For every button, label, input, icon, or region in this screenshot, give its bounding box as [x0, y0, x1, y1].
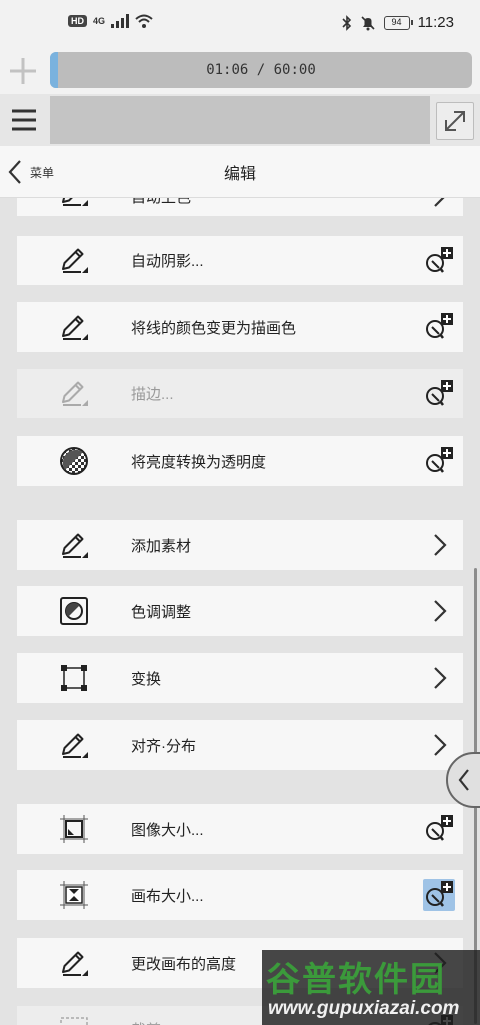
chevron-right-icon: [434, 667, 447, 689]
color-adjust-icon: [60, 597, 88, 625]
watermark-title: 谷普软件园: [266, 960, 446, 1000]
clock: 11:23: [417, 14, 454, 31]
pen-icon: [62, 315, 88, 340]
menu-item-align-distribute[interactable]: 对齐·分布: [17, 720, 463, 770]
menu-item-label: 图像大小...: [131, 822, 204, 839]
menu-item-label: 色调调整: [131, 604, 192, 621]
pen-icon: [62, 248, 88, 273]
add-to-quick-access-icon[interactable]: [423, 445, 455, 477]
toolbar-area: [50, 96, 430, 144]
pen-icon: [62, 198, 88, 206]
menu-item-label: 对齐·分布: [131, 738, 196, 755]
menu-item-label: 自动上色: [131, 198, 191, 207]
luminance-icon: [60, 447, 88, 475]
menu-item-line-color-to-draw-color[interactable]: 将线的颜色变更为描画色: [17, 302, 463, 352]
chevron-right-icon: [434, 198, 445, 207]
menu-item-label: 将亮度转换为透明度: [131, 454, 267, 471]
timer-row: 01:06 / 60:00: [0, 48, 480, 94]
hd-badge: HD: [68, 15, 87, 27]
menu-item-stroke[interactable]: 描边...: [17, 369, 463, 418]
menu-item-luminance-to-transparency[interactable]: 将亮度转换为透明度: [17, 436, 463, 486]
watermark-url: www.gupuxiazai.com: [268, 998, 460, 1019]
status-bar: HD 4G 94 11:23: [0, 0, 480, 48]
status-right: 94 11:23: [341, 14, 454, 31]
signal-icon: [111, 14, 130, 28]
edit-menu-list: 自动上色 自动阴影... 将线的颜色变更为描画色: [0, 198, 480, 1025]
toolbar-row: [0, 94, 480, 146]
menu-item-label: 自动阴影...: [131, 253, 204, 270]
menu-item-label: 变换: [131, 671, 162, 688]
pen-icon: [62, 381, 88, 406]
add-to-quick-access-icon[interactable]: [423, 813, 455, 845]
add-to-quick-access-icon[interactable]: [423, 879, 455, 911]
network-type: 4G: [93, 16, 106, 26]
menu-item-image-size[interactable]: 图像大小...: [17, 804, 463, 854]
timer-progress-bar: 01:06 / 60:00: [50, 52, 472, 88]
chevron-left-icon: [458, 769, 469, 791]
menu-item-add-material[interactable]: 添加素材: [17, 520, 463, 570]
wifi-icon: [135, 14, 153, 28]
pen-icon: [62, 733, 88, 758]
menu-item-color-adjustment[interactable]: 色调调整: [17, 586, 463, 636]
add-icon[interactable]: [4, 52, 42, 90]
back-button[interactable]: 菜单: [6, 158, 70, 186]
menu-item-label: 添加素材: [131, 538, 192, 555]
menu-item-label: 描边...: [131, 386, 174, 403]
image-size-icon: [60, 815, 88, 843]
expand-icon: [445, 111, 465, 131]
bluetooth-icon: [341, 14, 351, 31]
hamburger-menu-icon[interactable]: [6, 102, 42, 138]
edit-menu-header: 菜单 编辑: [0, 146, 480, 198]
add-to-quick-access-icon[interactable]: [423, 245, 455, 277]
status-left: HD 4G: [68, 14, 153, 28]
back-label: 菜单: [30, 165, 55, 180]
mute-bell-icon: [360, 15, 375, 30]
chevron-right-icon: [434, 534, 447, 556]
battery-indicator: 94: [383, 15, 413, 30]
pen-icon: [62, 951, 88, 976]
menu-item-label: 裁剪: [131, 1019, 161, 1025]
pen-icon: [62, 533, 88, 558]
transform-icon: [61, 665, 87, 691]
watermark-logo: 谷普软件园 www.gupuxiazai.com: [262, 950, 480, 1025]
page-title: 编辑: [223, 166, 256, 183]
add-to-quick-access-icon[interactable]: [423, 378, 455, 410]
add-to-quick-access-icon[interactable]: [423, 311, 455, 343]
crop-icon: [60, 1017, 88, 1025]
menu-item-auto-shadow[interactable]: 自动阴影...: [17, 236, 463, 285]
canvas-size-icon: [60, 881, 88, 909]
menu-item-label: 将线的颜色变更为描画色: [131, 320, 297, 337]
menu-item-canvas-size[interactable]: 画布大小...: [17, 870, 463, 920]
menu-item-label: 更改画布的高度: [131, 956, 237, 973]
timer-text: 01:06 / 60:00: [206, 62, 316, 78]
menu-item-transform[interactable]: 变换: [17, 653, 463, 703]
chevron-right-icon: [434, 734, 447, 756]
expand-button[interactable]: [436, 102, 474, 140]
menu-item-label: 画布大小...: [131, 888, 204, 905]
menu-item-auto-color[interactable]: 自动上色: [17, 198, 463, 216]
chevron-right-icon: [434, 600, 447, 622]
chevron-left-icon: [8, 160, 21, 184]
